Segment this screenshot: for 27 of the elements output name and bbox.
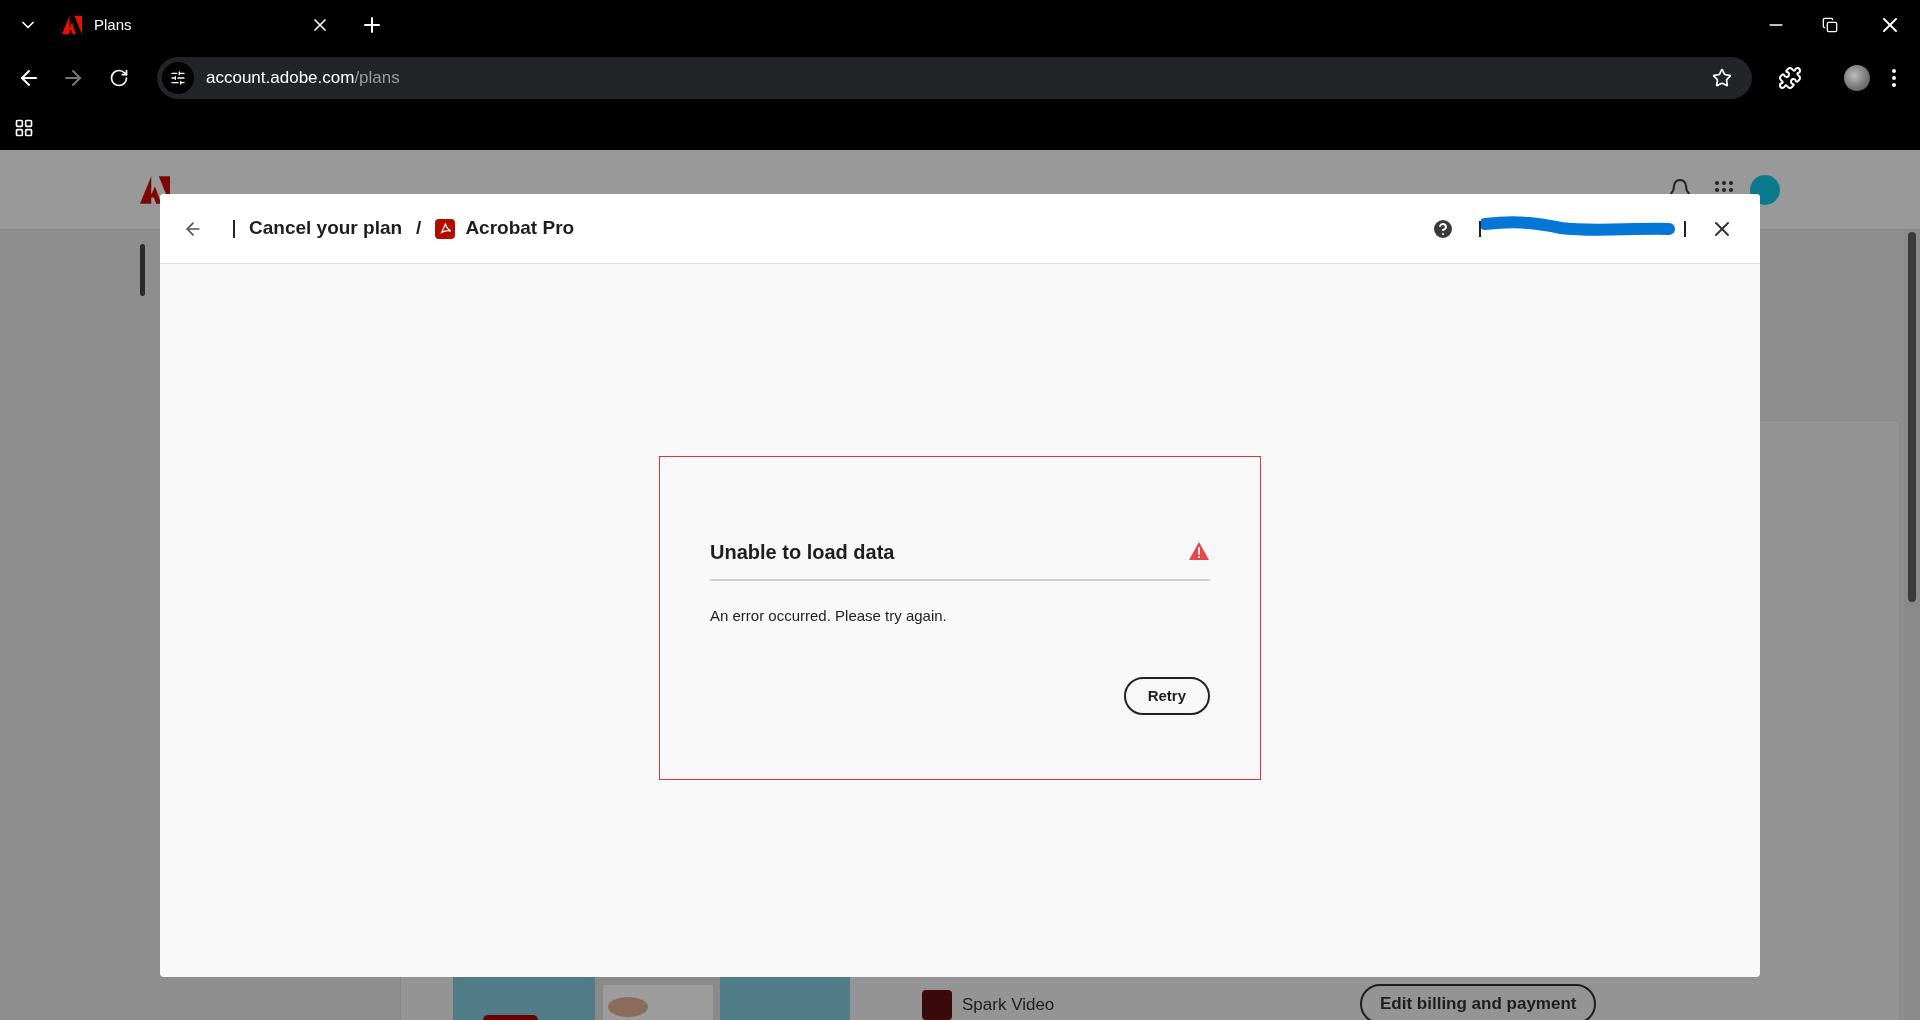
edit-billing-button[interactable]: Edit billing and payment	[1360, 984, 1597, 1020]
tab-title: Plans	[94, 14, 133, 35]
acrobat-icon	[435, 218, 456, 239]
profile-avatar[interactable]	[1844, 65, 1870, 91]
product-title: Acrobat Pro	[465, 216, 575, 241]
adobe-logo-icon	[62, 15, 82, 35]
product-name: Spark Video	[962, 994, 1055, 1017]
spark-video-icon	[922, 990, 952, 1020]
sidebar-indicator	[140, 244, 145, 296]
scrollbar[interactable]	[1904, 230, 1920, 1020]
apps-icon[interactable]	[14, 118, 34, 138]
warning-icon	[1188, 540, 1210, 561]
extensions-icon[interactable]	[1778, 66, 1802, 90]
reload-icon[interactable]	[109, 68, 129, 88]
address-bar[interactable]: account.adobe.com/plans	[157, 57, 1752, 99]
retry-button[interactable]: Retry	[1123, 677, 1210, 715]
url-text: account.adobe.com/plans	[206, 67, 401, 90]
error-title: Unable to load data	[710, 539, 895, 565]
user-avatar[interactable]	[1750, 174, 1780, 205]
breadcrumb-link[interactable]: Cancel your plan	[249, 214, 403, 243]
bookmark-icon[interactable]	[1712, 68, 1732, 88]
adobe-logo-icon	[140, 175, 170, 204]
browser-tab[interactable]: Plans	[58, 5, 338, 45]
error-message: An error occurred. Please try again.	[710, 605, 948, 626]
site-settings-icon[interactable]	[162, 62, 194, 94]
breadcrumb-separator: /	[416, 216, 422, 241]
restore-icon[interactable]	[1822, 17, 1838, 33]
